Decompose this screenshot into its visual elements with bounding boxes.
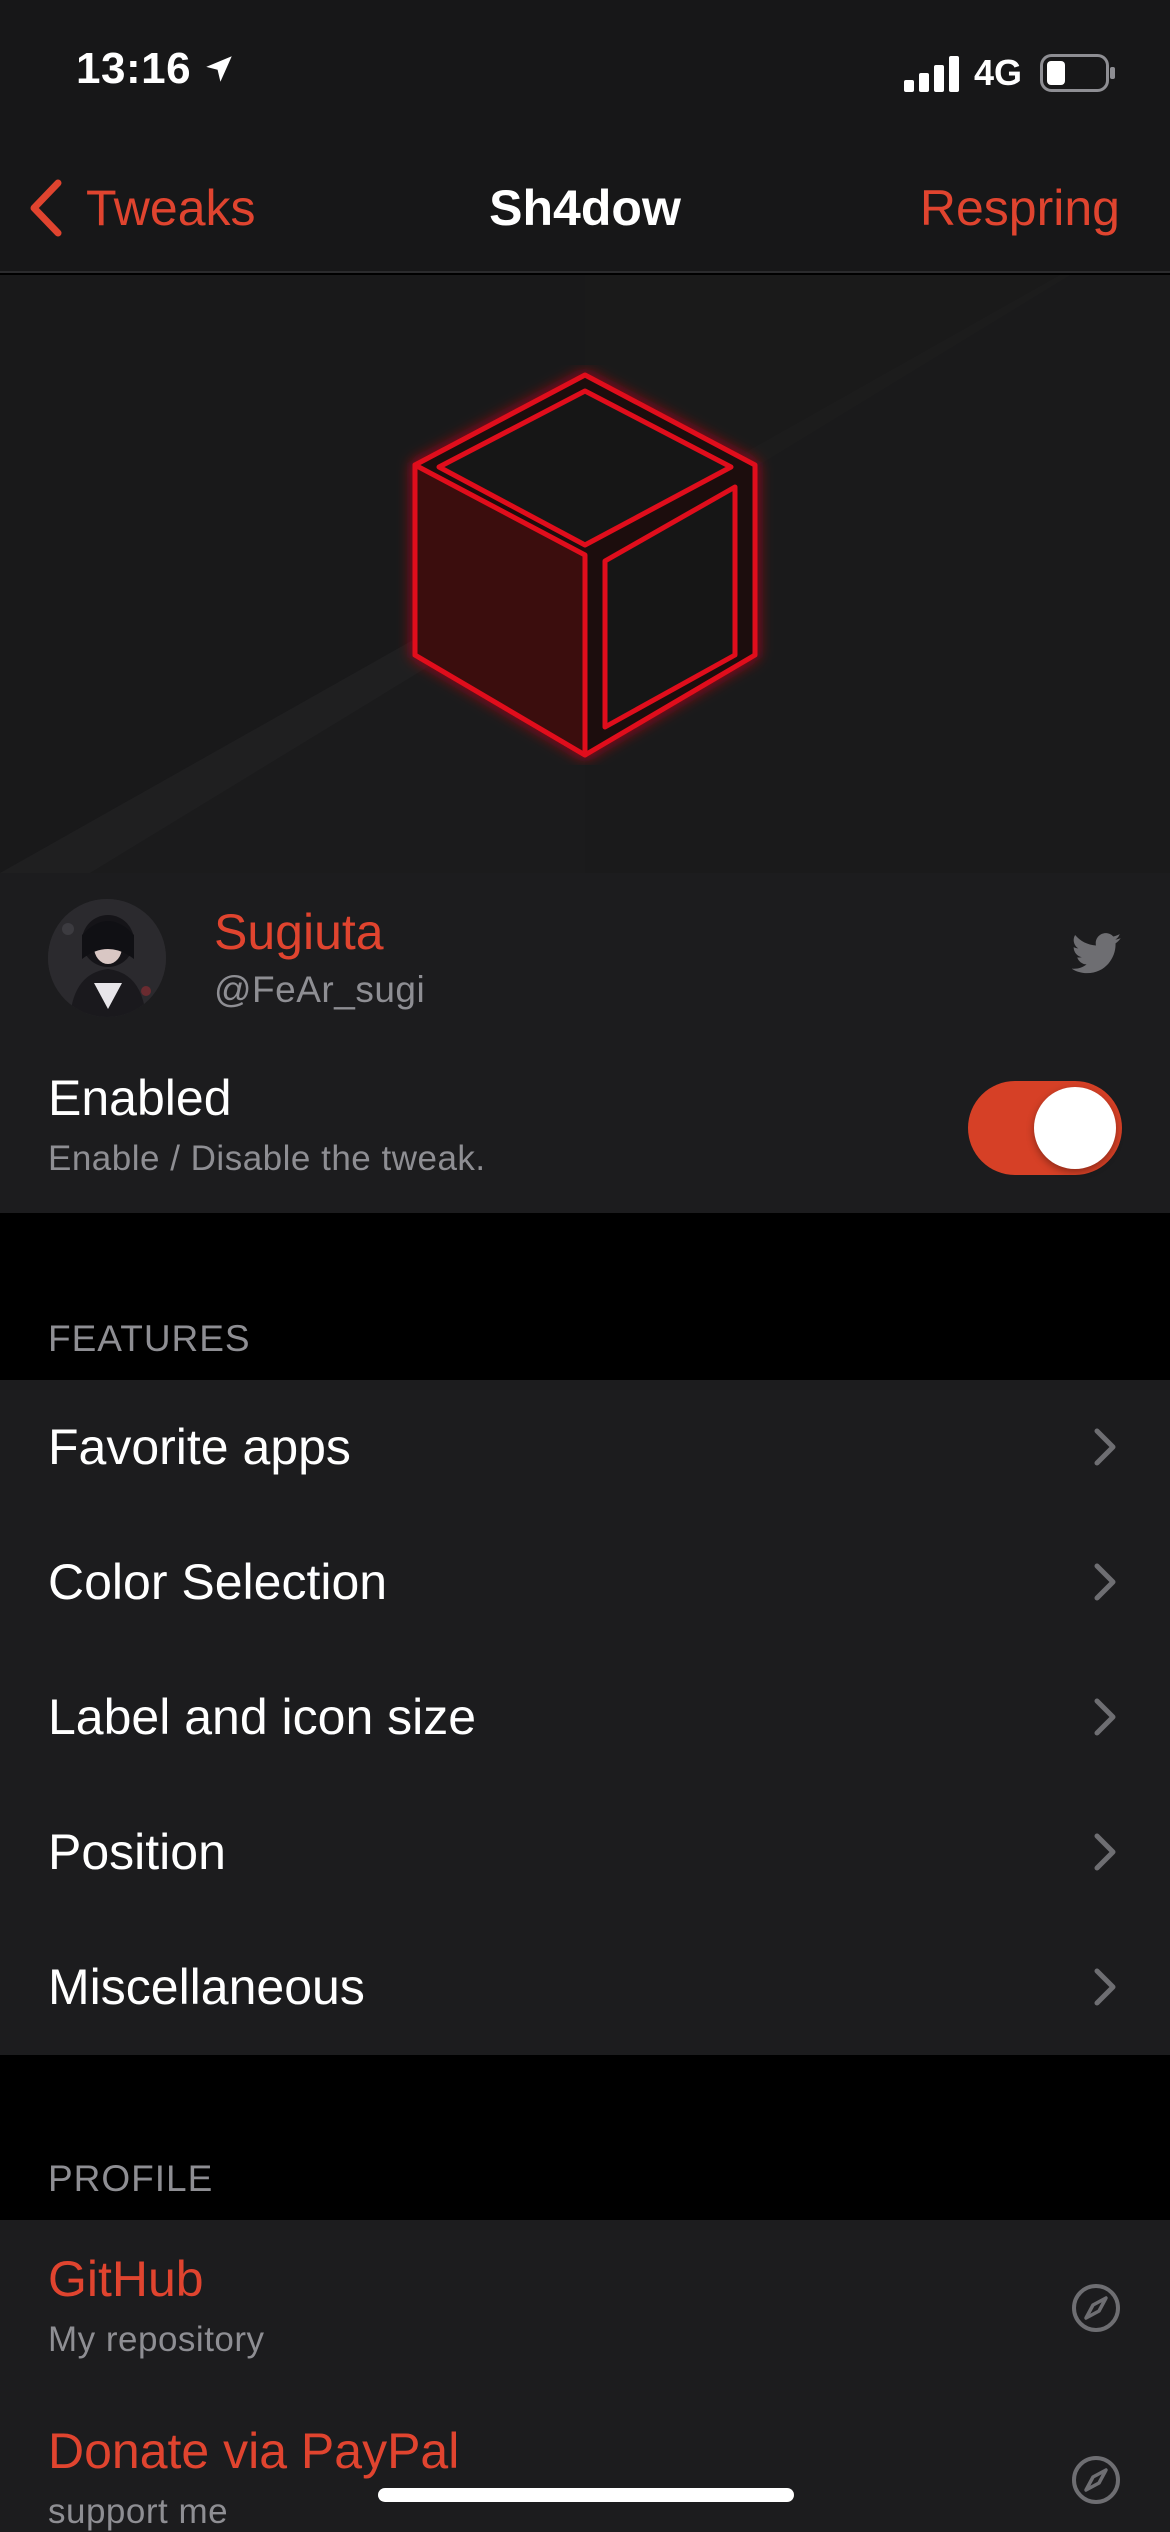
enabled-subtitle: Enable / Disable the tweak.: [48, 1139, 486, 1178]
toggle-knob: [1034, 1087, 1116, 1169]
chevron-right-icon: [1094, 1968, 1116, 2006]
position-row[interactable]: Position: [0, 1785, 1170, 1920]
back-button-label: Tweaks: [86, 180, 256, 236]
network-type: 4G: [974, 52, 1023, 93]
developer-handle: @FeAr_sugi: [214, 969, 426, 1010]
github-subtitle: My repository: [48, 2320, 265, 2359]
paypal-link-row[interactable]: Donate via PayPal support me: [0, 2392, 1170, 2532]
battery-icon: [1040, 54, 1115, 92]
color-selection-row[interactable]: Color Selection: [0, 1515, 1170, 1650]
cube-logo-icon: [412, 372, 758, 758]
compass-icon: [1072, 2284, 1120, 2332]
navigation-bar: Tweaks Sh4dow Respring: [0, 145, 1170, 273]
paypal-subtitle: support me: [48, 2492, 229, 2531]
row-label: Favorite apps: [48, 1419, 351, 1475]
github-link-row[interactable]: GitHub My repository: [0, 2220, 1170, 2395]
profile-group: GitHub My repository Donate via PayPal s…: [0, 2220, 1170, 2532]
features-section-header: FEATURES: [48, 1318, 251, 1359]
paypal-title: Donate via PayPal: [48, 2423, 460, 2479]
enabled-label: Enabled: [48, 1070, 232, 1126]
developer-name[interactable]: Sugiuta: [214, 903, 384, 961]
twitter-icon[interactable]: [1072, 933, 1122, 975]
enabled-toggle[interactable]: [968, 1081, 1122, 1175]
location-arrow-icon: [206, 56, 232, 82]
miscellaneous-row[interactable]: Miscellaneous: [0, 1920, 1170, 2055]
compass-icon: [1072, 2456, 1120, 2504]
chevron-right-icon: [1094, 1698, 1116, 1736]
row-label: Color Selection: [48, 1554, 388, 1610]
avatar: [48, 899, 166, 1017]
favorite-apps-row[interactable]: Favorite apps: [0, 1380, 1170, 1515]
settings-screen: 13:16 4G Tweaks Sh4dow Respring Sugiuta …: [0, 0, 1170, 2532]
row-label: Miscellaneous: [48, 1959, 365, 2015]
row-label: Position: [48, 1824, 226, 1880]
avatar-image: [48, 899, 166, 1017]
chevron-right-icon: [1094, 1833, 1116, 1871]
chevron-right-icon: [1094, 1563, 1116, 1601]
tweak-banner: [0, 275, 1170, 873]
developer-group: Sugiuta @FeAr_sugi Enabled Enable / Disa…: [0, 873, 1170, 1213]
row-label: Label and icon size: [48, 1689, 477, 1745]
respring-button[interactable]: Respring: [920, 179, 1120, 237]
back-button[interactable]: Tweaks: [26, 173, 256, 243]
status-time: 13:16: [76, 44, 192, 93]
home-indicator[interactable]: [378, 2488, 794, 2502]
features-group: Favorite apps Color Selection Label and …: [0, 1380, 1170, 2055]
chevron-left-icon: [30, 179, 62, 237]
github-title: GitHub: [48, 2251, 204, 2307]
chevron-right-icon: [1094, 1428, 1116, 1466]
cellular-signal-icon: [904, 56, 959, 92]
profile-section-header: PROFILE: [48, 2158, 214, 2199]
status-bar: 13:16 4G: [0, 0, 1170, 145]
label-and-icon-size-row[interactable]: Label and icon size: [0, 1650, 1170, 1785]
